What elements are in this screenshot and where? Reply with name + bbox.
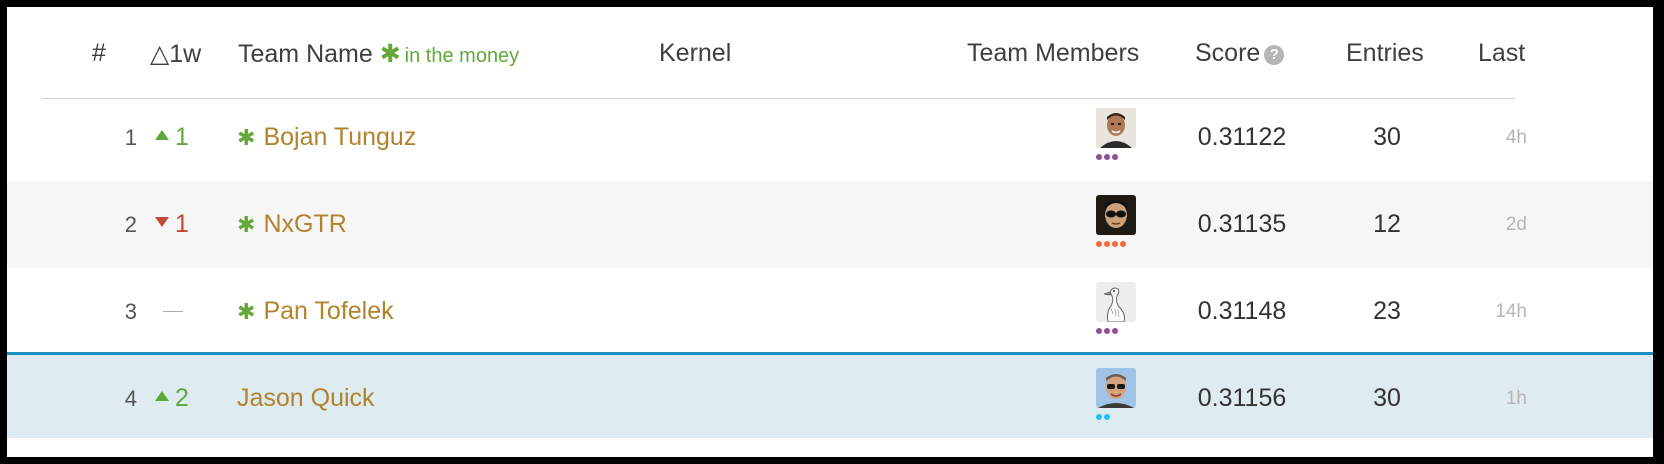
leaderboard-row[interactable]: 1 1 ✱ Bojan Tunguz 0.31122 30 4h xyxy=(7,94,1653,181)
last-submission: 4h xyxy=(1505,127,1527,148)
team-member-avatar[interactable] xyxy=(1096,368,1138,428)
arrow-down-icon xyxy=(155,217,169,227)
in-the-money-icon: ✱ xyxy=(237,299,256,324)
team-name-link[interactable]: ✱ Bojan Tunguz xyxy=(237,94,416,181)
rank-change: 2 xyxy=(155,355,210,442)
leaderboard-row-current-user[interactable]: 4 2 Jason Quick 0.31156 30 1h xyxy=(7,352,1653,438)
goose-sketch-icon xyxy=(1096,282,1136,322)
team-name: NxGTR xyxy=(263,210,347,238)
tier-dots xyxy=(1096,154,1138,160)
arrow-up-icon xyxy=(155,130,169,140)
avatar xyxy=(1096,195,1136,235)
rank-change: 1 xyxy=(155,94,210,181)
team-name: Jason Quick xyxy=(237,384,375,412)
entries: 12 xyxy=(1373,210,1401,238)
score-column-header[interactable]: Score? xyxy=(1195,39,1285,68)
team-member-avatar[interactable] xyxy=(1096,282,1138,342)
person-photo-icon xyxy=(1096,108,1136,148)
team-member-avatar[interactable] xyxy=(1096,108,1138,168)
team-name-link[interactable]: Jason Quick xyxy=(237,355,375,442)
rank: 1 xyxy=(124,125,137,150)
score: 0.31148 xyxy=(1197,297,1287,325)
team-member-avatar[interactable] xyxy=(1096,195,1138,255)
rank-change-value: 1 xyxy=(175,123,189,151)
leaderboard-header: # △1w Team Name ✱ in the money Kernel Tea… xyxy=(7,7,1653,99)
person-photo-icon xyxy=(1096,195,1136,235)
in-the-money-label: in the money xyxy=(404,45,520,67)
change-column-header[interactable]: △1w xyxy=(150,39,201,69)
rank: 2 xyxy=(124,212,137,237)
last-submission: 2d xyxy=(1505,214,1527,235)
avatar xyxy=(1096,282,1136,322)
team-name: Pan Tofelek xyxy=(263,297,394,325)
rank: 4 xyxy=(124,386,137,411)
team-name-link[interactable]: ✱ Pan Tofelek xyxy=(237,268,394,355)
rank-change xyxy=(155,268,210,355)
team-name-link[interactable]: ✱ NxGTR xyxy=(237,181,347,268)
no-change-dash-icon xyxy=(163,311,183,312)
avatar xyxy=(1096,108,1136,148)
last-column-header[interactable]: Last xyxy=(1478,39,1525,68)
in-the-money-icon: ✱ xyxy=(379,40,401,68)
rank-change: 1 xyxy=(155,181,210,268)
score: 0.31122 xyxy=(1197,123,1287,151)
entries: 30 xyxy=(1373,384,1401,412)
tier-dots xyxy=(1096,328,1138,334)
score: 0.31135 xyxy=(1197,210,1287,238)
team-name: Bojan Tunguz xyxy=(263,123,417,151)
rank-change-value: 1 xyxy=(175,210,189,238)
last-submission: 14h xyxy=(1495,301,1527,322)
entries: 23 xyxy=(1373,297,1401,325)
in-the-money-icon: ✱ xyxy=(237,125,256,150)
entries-column-header[interactable]: Entries xyxy=(1346,39,1424,68)
score-label: Score xyxy=(1195,39,1261,67)
tier-dots xyxy=(1096,414,1138,420)
person-photo-icon xyxy=(1096,368,1136,408)
leaderboard: # △1w Team Name ✱ in the money Kernel Tea… xyxy=(7,7,1653,457)
avatar xyxy=(1096,368,1136,408)
leaderboard-row[interactable]: 3 ✱ Pan Tofelek 0.31148 23 14h xyxy=(7,268,1653,355)
entries: 30 xyxy=(1373,123,1401,151)
last-submission: 1h xyxy=(1505,388,1527,409)
score: 0.31156 xyxy=(1197,384,1287,412)
arrow-up-icon xyxy=(155,391,169,401)
leaderboard-row[interactable]: 2 1 ✱ NxGTR 0.31135 12 2d xyxy=(7,181,1653,268)
rank-column-header[interactable]: # xyxy=(92,39,106,68)
rank-change-value: 2 xyxy=(175,384,189,412)
help-icon[interactable]: ? xyxy=(1264,45,1285,65)
kernel-column-header: Kernel xyxy=(659,39,732,67)
in-the-money-icon: ✱ xyxy=(237,212,256,237)
team-name-label: Team Name xyxy=(238,40,373,68)
team-members-column-header: Team Members xyxy=(967,39,1140,67)
rank: 3 xyxy=(124,299,137,324)
team-name-column-header[interactable]: Team Name ✱ in the money xyxy=(238,39,519,69)
tier-dots xyxy=(1096,241,1138,247)
